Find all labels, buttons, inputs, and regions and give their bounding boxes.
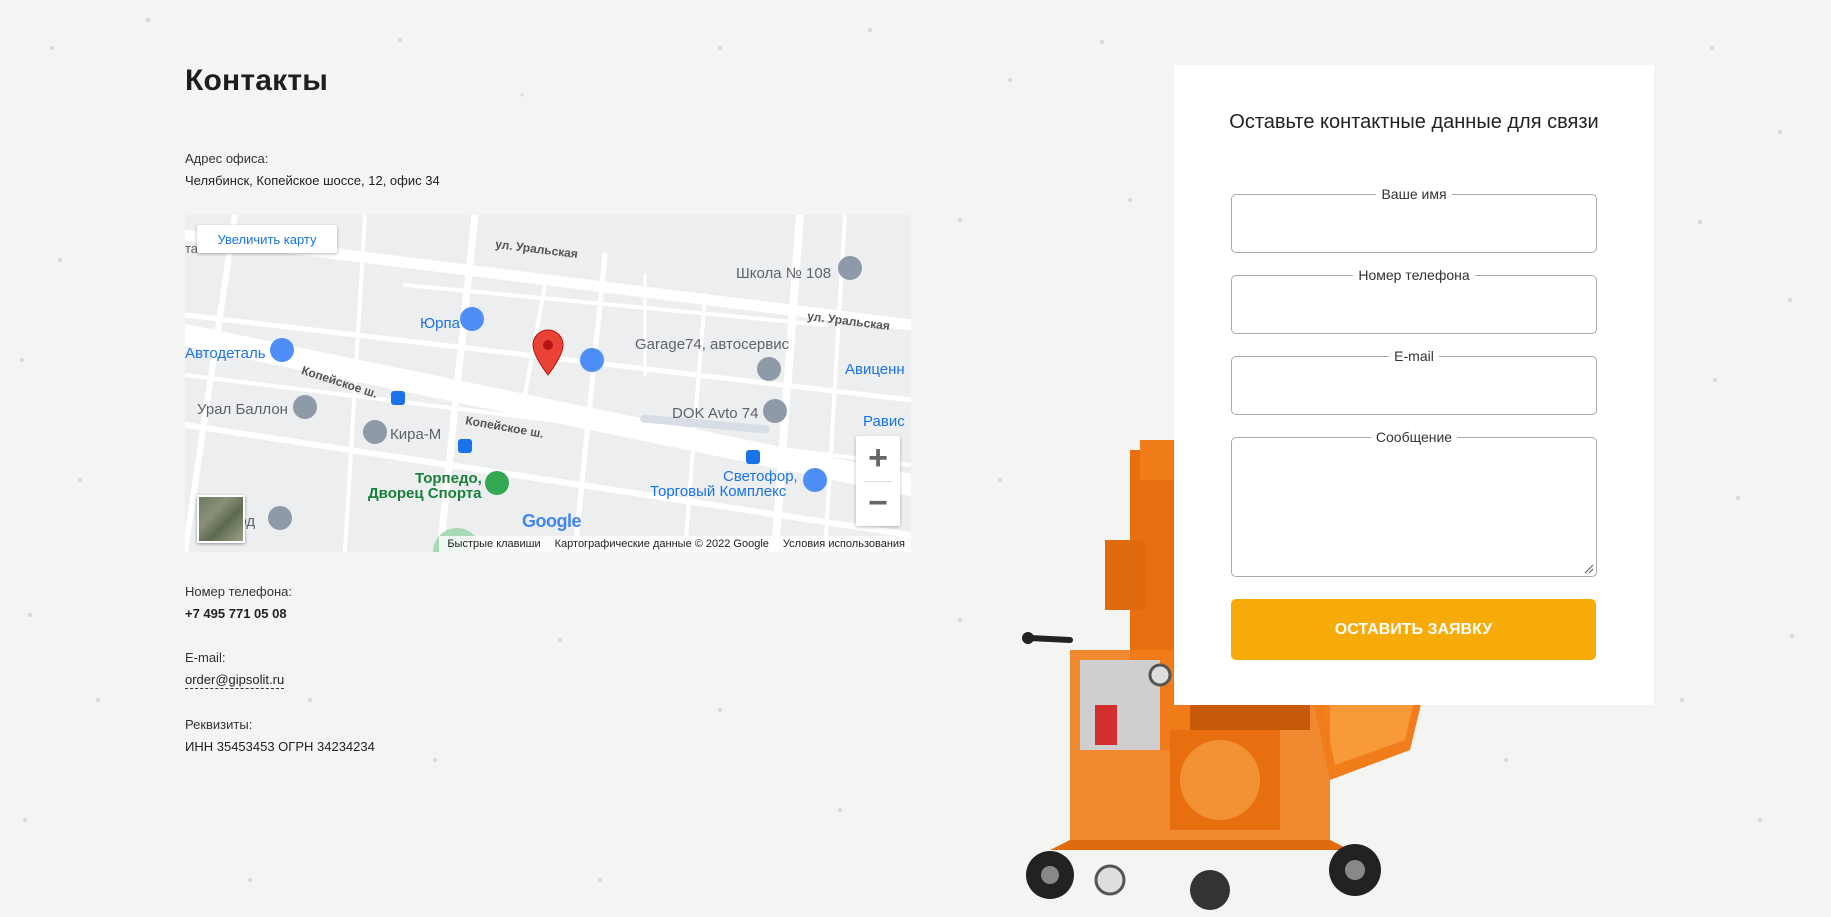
map-place-label: Школа № 108 [736, 265, 832, 282]
phone-value: +7 495 771 05 08 [185, 606, 287, 621]
google-logo-text: Google [522, 511, 582, 531]
resize-grip-icon[interactable] [1584, 564, 1594, 574]
place-icon [757, 357, 781, 381]
place-icon [363, 420, 387, 444]
address-label: Адрес офиса: [185, 151, 269, 166]
zoom-control: + − [856, 436, 900, 526]
email-label: E-mail: [185, 650, 226, 665]
stadium-icon [485, 471, 509, 495]
satellite-toggle-button[interactable] [197, 495, 245, 543]
shop-icon [460, 307, 484, 331]
name-field[interactable]: Ваше имя [1231, 186, 1597, 253]
map-place-label: DOK Avto 74 [672, 405, 759, 422]
zoom-out-icon[interactable]: − [856, 481, 900, 526]
contact-form-card: Оставьте контактные данные для связи Ваш… [1174, 65, 1654, 705]
email-field-label: E-mail [1389, 348, 1439, 364]
zoom-in-icon[interactable]: + [856, 436, 900, 481]
bus-stop-icon [746, 450, 760, 464]
school-icon [838, 256, 862, 280]
email-link[interactable]: order@gipsolit.ru [185, 672, 285, 689]
map-pin-icon[interactable] [532, 329, 564, 376]
place-icon [268, 506, 292, 530]
map-place-label: Дворец Спорта [368, 485, 482, 502]
map-place-label: Авиценн [845, 361, 905, 378]
phone-field-label: Номер телефона [1353, 267, 1475, 283]
map-place-label: Юрпа [420, 315, 460, 332]
phone-field[interactable]: Номер телефона [1231, 267, 1597, 334]
page-title: Контакты [185, 64, 329, 97]
message-textarea[interactable] [1232, 438, 1596, 576]
address-value: Челябинск, Копейское шоссе, 12, офис 34 [185, 173, 440, 188]
email-field[interactable]: E-mail [1231, 348, 1597, 415]
place-icon [293, 395, 317, 419]
phone-input[interactable] [1232, 276, 1596, 333]
enlarge-map-button[interactable]: Увеличить карту [197, 225, 337, 253]
map-embed[interactable]: Школа № 108 Юрпа Автодеталь Garage74, ав… [185, 215, 911, 552]
form-title: Оставьте контактные данные для связи [1229, 111, 1599, 133]
bus-stop-icon [458, 439, 472, 453]
submit-button[interactable]: ОСТАВИТЬ ЗАЯВКУ [1231, 599, 1596, 660]
requisites-value: ИНН 35453453 ОГРН 34234234 [185, 739, 375, 754]
name-field-label: Ваше имя [1376, 186, 1452, 202]
message-field-label: Сообщение [1370, 429, 1458, 445]
requisites-label: Реквизиты: [185, 717, 253, 732]
place-icon [763, 399, 787, 423]
shop-icon [270, 338, 294, 362]
shop-icon [803, 468, 827, 492]
map-place-label: Урал Баллон [197, 401, 288, 418]
map-place-label: Торговый Комплекс [650, 483, 787, 500]
email-input[interactable] [1232, 357, 1596, 414]
message-field[interactable]: Сообщение [1231, 429, 1597, 577]
shop-icon [580, 348, 604, 372]
map-place-label: Garage74, автосервис [635, 336, 790, 353]
map-place-label: Автодеталь [185, 345, 266, 362]
bus-stop-icon [391, 391, 405, 405]
map-data-text: Картографические данные © 2022 Google [554, 538, 769, 550]
google-logo: Google [522, 511, 582, 532]
keyboard-shortcuts-link[interactable]: Быстрые клавиши [447, 538, 540, 550]
name-input[interactable] [1232, 195, 1596, 252]
map-place-label: Равис [863, 413, 905, 430]
map-place-label: Кира-М [390, 426, 442, 443]
terms-link[interactable]: Условия использования [783, 538, 905, 550]
phone-label: Номер телефона: [185, 584, 292, 599]
map-attribution: Быстрые клавиши Картографические данные … [439, 536, 911, 552]
zoom-divider [864, 481, 892, 482]
